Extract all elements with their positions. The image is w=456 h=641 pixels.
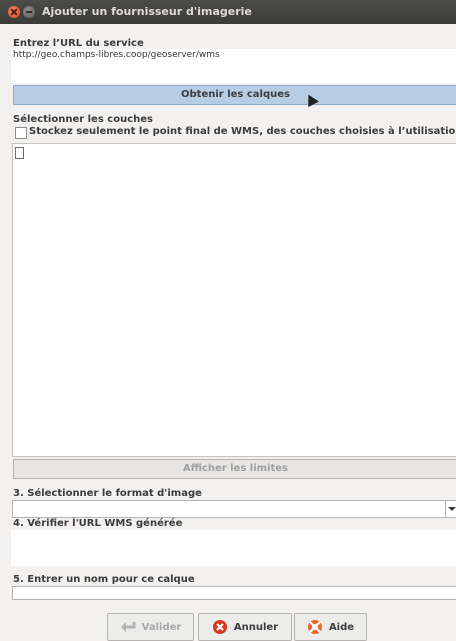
check-arrow-icon xyxy=(120,622,136,632)
layers-label: Sélectionner les couches xyxy=(13,114,153,125)
cancel-icon xyxy=(212,620,227,634)
file-icon xyxy=(15,147,24,159)
layer-name-input[interactable] xyxy=(12,586,456,600)
generated-url-field[interactable] xyxy=(11,530,456,566)
get-layers-label: Obtenir les calques xyxy=(181,89,290,100)
layer-name-label: 5. Entrer un nom pour ce calque xyxy=(13,574,195,585)
window-title: Ajouter un fournisseur d'imagerie xyxy=(42,5,252,18)
service-url-value: http://geo.champs-libres.coop/geoserver/… xyxy=(13,50,220,60)
store-endpoint-option[interactable]: Stockez seulement le point final de WMS,… xyxy=(13,126,456,140)
image-format-label: 3. Sélectionner le format d'image xyxy=(13,488,202,499)
layers-tree[interactable] xyxy=(12,143,456,457)
close-icon[interactable] xyxy=(8,6,20,18)
cancel-button[interactable]: Annuler xyxy=(198,613,292,641)
minimize-icon[interactable] xyxy=(23,6,35,18)
image-format-select[interactable] xyxy=(12,500,456,518)
show-bounds-button[interactable]: Afficher les limites xyxy=(13,459,456,479)
chevron-down-icon[interactable] xyxy=(445,501,456,517)
show-bounds-label: Afficher les limites xyxy=(183,463,288,474)
help-button[interactable]: Aide xyxy=(294,613,367,641)
store-endpoint-label: Stockez seulement le point final de WMS,… xyxy=(29,126,456,137)
help-label: Aide xyxy=(328,621,355,633)
get-layers-button[interactable]: Obtenir les calques xyxy=(13,85,456,105)
service-url-field[interactable]: http://geo.champs-libres.coop/geoserver/… xyxy=(11,49,456,83)
validate-label: Valider xyxy=(141,621,182,633)
cancel-label: Annuler xyxy=(233,621,279,633)
store-endpoint-checkbox[interactable] xyxy=(15,127,27,139)
validate-button[interactable]: Valider xyxy=(107,613,194,641)
service-url-label: Entrez l’URL du service xyxy=(13,38,144,49)
title-bar: Ajouter un fournisseur d'imagerie xyxy=(0,0,456,24)
lifebuoy-icon xyxy=(307,620,322,634)
generated-url-label: 4. Vérifier l'URL WMS générée xyxy=(13,518,183,529)
